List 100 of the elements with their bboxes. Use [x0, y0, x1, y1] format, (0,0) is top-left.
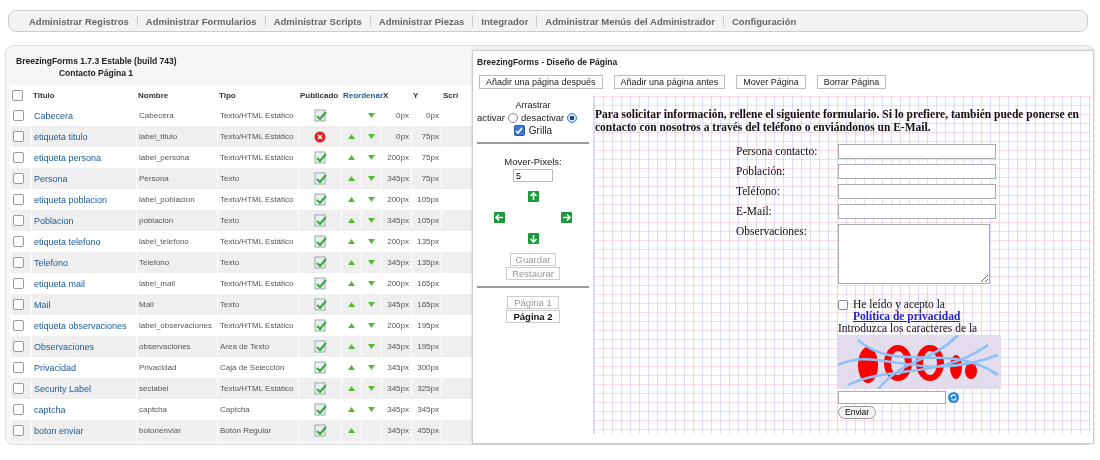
published-check-icon[interactable]: [313, 319, 327, 332]
row-checkbox[interactable]: [13, 425, 24, 436]
published-check-icon[interactable]: [313, 424, 327, 437]
move-up-icon[interactable]: [348, 197, 355, 202]
published-check-icon[interactable]: [313, 277, 327, 290]
down-arrow-icon[interactable]: [527, 233, 539, 244]
privacy-policy-link[interactable]: Política de privacidad: [853, 310, 961, 322]
move-up-icon[interactable]: [348, 176, 355, 181]
published-check-icon[interactable]: [313, 382, 327, 395]
row-checkbox[interactable]: [13, 215, 24, 226]
menu-link[interactable]: Administrar Menús del Administrador: [537, 15, 723, 27]
row-checkbox[interactable]: [13, 404, 24, 415]
move-up-icon[interactable]: [348, 281, 355, 286]
submit-button[interactable]: Enviar: [838, 406, 877, 419]
published-check-icon[interactable]: [313, 256, 327, 269]
row-checkbox[interactable]: [13, 278, 24, 289]
move-up-icon[interactable]: [348, 260, 355, 265]
up-arrow-icon[interactable]: [527, 191, 539, 202]
move-down-icon[interactable]: [368, 218, 375, 223]
element-title-link[interactable]: Mail: [34, 299, 51, 310]
refresh-icon[interactable]: [948, 392, 959, 403]
move-down-icon[interactable]: [368, 176, 375, 181]
text-input-field[interactable]: [838, 164, 996, 179]
move-down-icon[interactable]: [368, 134, 375, 139]
text-input-field[interactable]: [838, 184, 996, 199]
left-arrow-icon[interactable]: [494, 212, 505, 223]
right-arrow-icon[interactable]: [561, 212, 572, 223]
move-down-icon[interactable]: [368, 407, 375, 412]
element-title-link[interactable]: etiqueta mail: [34, 278, 86, 289]
menu-link[interactable]: Configuración: [723, 15, 805, 27]
privacy-checkbox[interactable]: [838, 300, 848, 310]
published-check-icon[interactable]: [313, 109, 327, 122]
move-down-icon[interactable]: [368, 302, 375, 307]
menu-link[interactable]: Integrador: [473, 15, 537, 27]
move-up-icon[interactable]: [348, 155, 355, 160]
element-title-link[interactable]: etiqueta observaciones: [34, 320, 127, 331]
published-check-icon[interactable]: [313, 298, 327, 311]
radio-button[interactable]: [508, 112, 518, 123]
grid-checkbox[interactable]: [513, 125, 525, 136]
move-down-icon[interactable]: [368, 260, 375, 265]
element-title-link[interactable]: Cabecera: [34, 110, 74, 121]
menu-link[interactable]: Administrar Piezas: [370, 15, 473, 27]
element-title-link[interactable]: etiqueta telefono: [34, 236, 101, 247]
row-checkbox[interactable]: [13, 320, 24, 331]
move-up-icon[interactable]: [348, 218, 355, 223]
element-title-link[interactable]: Privacidad: [34, 362, 77, 373]
menu-link[interactable]: Administrar Formularios: [137, 15, 265, 27]
move-up-icon[interactable]: [348, 323, 355, 328]
row-checkbox[interactable]: [13, 257, 24, 268]
published-check-icon[interactable]: [313, 193, 327, 206]
page-action-button[interactable]: Añadir una página después: [479, 75, 603, 89]
row-checkbox[interactable]: [13, 362, 24, 373]
row-checkbox[interactable]: [13, 194, 24, 205]
text-input-field[interactable]: [838, 144, 996, 159]
reorder-link[interactable]: Reordenar: [343, 90, 383, 100]
published-check-icon[interactable]: [313, 340, 327, 353]
row-checkbox[interactable]: [13, 110, 24, 121]
element-title-link[interactable]: Telefono: [34, 257, 69, 268]
textarea-field[interactable]: [838, 224, 990, 284]
move-down-icon[interactable]: [368, 323, 375, 328]
move-down-icon[interactable]: [368, 281, 375, 286]
move-up-icon[interactable]: [348, 407, 355, 412]
menu-link[interactable]: Administrar Scripts: [265, 15, 370, 27]
row-checkbox[interactable]: [13, 173, 24, 184]
row-checkbox[interactable]: [13, 131, 24, 142]
menu-link[interactable]: Administrar Registros: [21, 15, 137, 27]
element-title-link[interactable]: etiqueta poblacion: [34, 194, 108, 205]
published-check-icon[interactable]: [313, 235, 327, 248]
element-title-link[interactable]: etiqueta persona: [34, 152, 102, 163]
move-down-icon[interactable]: [368, 344, 375, 349]
page-action-button[interactable]: Añadir una página antes: [613, 75, 726, 89]
published-check-icon[interactable]: [313, 361, 327, 374]
move-up-icon[interactable]: [348, 365, 355, 370]
select-all-checkbox[interactable]: [12, 89, 23, 101]
published-check-icon[interactable]: [313, 214, 327, 227]
move-down-icon[interactable]: [368, 365, 375, 370]
radio-button[interactable]: [567, 112, 578, 123]
move-down-icon[interactable]: [368, 197, 375, 202]
move-pixels-field[interactable]: 5: [513, 169, 553, 182]
element-title-link[interactable]: captcha: [34, 404, 66, 415]
move-up-icon[interactable]: [348, 302, 355, 307]
move-up-icon[interactable]: [348, 239, 355, 244]
move-down-icon[interactable]: [368, 386, 375, 391]
move-down-icon[interactable]: [368, 239, 375, 244]
text-input-field[interactable]: [838, 204, 996, 219]
page-action-button[interactable]: Borrar Página: [816, 75, 887, 89]
row-checkbox[interactable]: [13, 383, 24, 394]
move-down-icon[interactable]: [368, 113, 375, 118]
published-check-icon[interactable]: [313, 172, 327, 185]
row-checkbox[interactable]: [13, 236, 24, 247]
row-checkbox[interactable]: [13, 152, 24, 163]
move-up-icon[interactable]: [348, 428, 355, 433]
move-up-icon[interactable]: [348, 344, 355, 349]
move-down-icon[interactable]: [368, 155, 375, 160]
row-checkbox[interactable]: [13, 341, 24, 352]
captcha-input-field[interactable]: [838, 391, 946, 404]
published-check-icon[interactable]: [313, 151, 327, 164]
unpublished-x-icon[interactable]: [314, 130, 326, 143]
element-title-link[interactable]: Persona: [34, 173, 68, 184]
move-up-icon[interactable]: [348, 134, 355, 139]
